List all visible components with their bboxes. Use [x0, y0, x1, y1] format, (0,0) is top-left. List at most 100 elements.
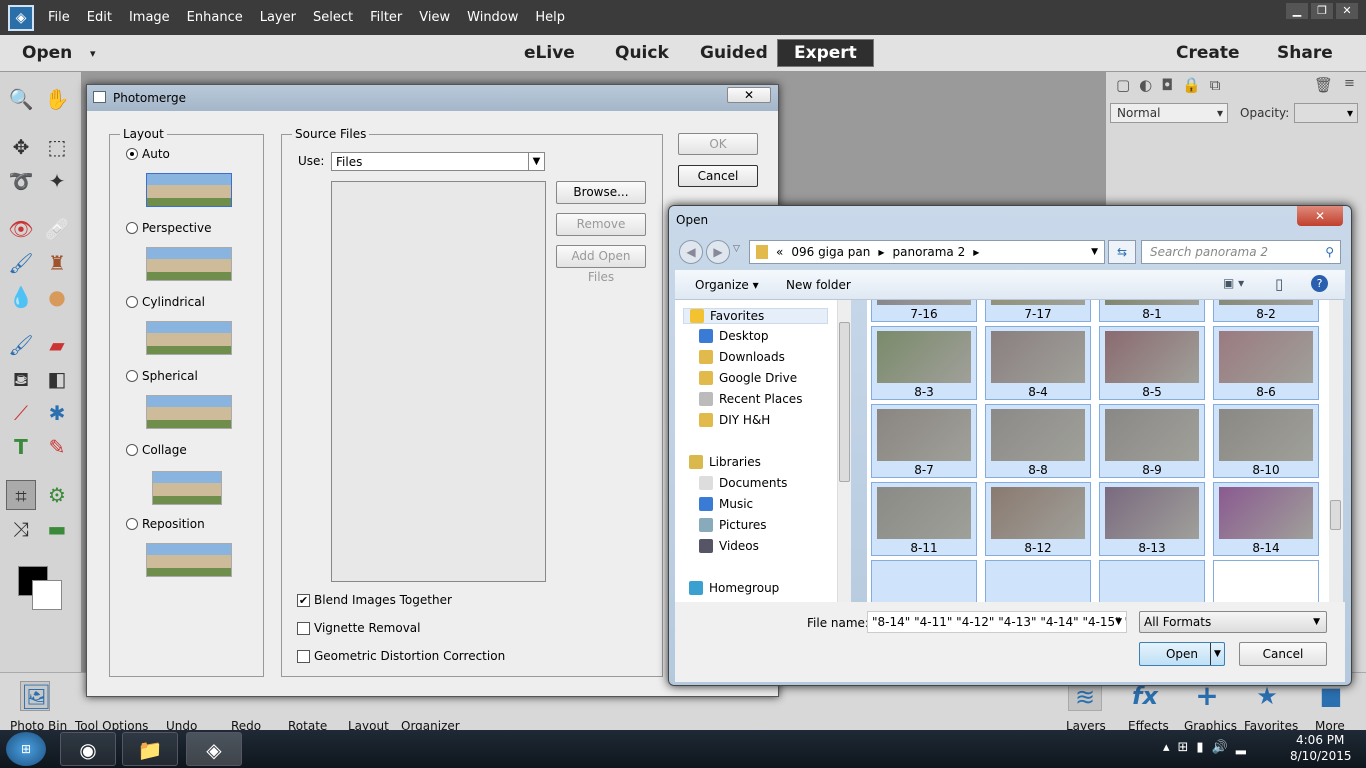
nav-item-documents[interactable]: Documents [699, 476, 787, 490]
source-file-list[interactable] [331, 181, 546, 582]
zoom-tool-icon[interactable]: 🔍 [6, 84, 36, 114]
eraser-tool-icon[interactable]: ▰ [42, 330, 72, 360]
radio-spherical[interactable]: Spherical [126, 369, 198, 383]
panel-menu-icon[interactable]: ≡ [1344, 76, 1355, 91]
share-menu[interactable]: Share [1277, 43, 1333, 63]
geometric-distortion-checkbox[interactable]: Geometric Distortion Correction [297, 649, 505, 663]
radio-cylindrical[interactable]: Cylindrical [126, 295, 205, 309]
elements-taskbar-icon[interactable]: ◈ [186, 732, 242, 766]
menu-file[interactable]: File [48, 10, 70, 25]
nav-item-recent-places[interactable]: Recent Places [699, 392, 802, 406]
nav-item-pictures[interactable]: Pictures [699, 518, 767, 532]
use-select[interactable]: Files ▼ [331, 152, 545, 171]
ok-button[interactable]: OK [678, 133, 758, 155]
breadcrumb-096-giga-pan[interactable]: 096 giga pan [791, 245, 870, 259]
file-thumbnail-7-17[interactable]: 7-17 [985, 300, 1091, 322]
refresh-icon[interactable]: ⇆ [1108, 240, 1136, 264]
system-tray-icons[interactable]: ▴⊞▮🔊▂ [1163, 740, 1254, 755]
change-view-icon[interactable]: ▣ ▾ [1223, 276, 1244, 290]
nav-item-libraries[interactable]: Libraries [689, 455, 761, 469]
menu-help[interactable]: Help [535, 10, 565, 25]
file-thumbnail-8-12[interactable]: 8-12 [985, 482, 1091, 556]
crop-tool-icon[interactable]: ⌗ [6, 480, 36, 510]
recent-locations-icon[interactable]: ▽ [733, 244, 740, 254]
menu-view[interactable]: View [419, 10, 450, 25]
breadcrumb-overflow[interactable]: « [776, 245, 783, 259]
healing-brush-icon[interactable]: 🩹 [42, 214, 72, 244]
eyedropper-icon[interactable]: ⟋ [6, 398, 36, 428]
file-thumbnail-8-10[interactable]: 8-10 [1213, 404, 1319, 478]
help-icon[interactable]: ? [1311, 275, 1328, 292]
add-open-files-button[interactable]: Add Open Files [556, 245, 646, 284]
minimize-button[interactable]: ▁ [1286, 3, 1308, 19]
content-aware-move-icon[interactable]: ⤨ [6, 514, 36, 544]
search-input[interactable]: Search panorama 2 ⚲ [1141, 240, 1341, 264]
menu-window[interactable]: Window [467, 10, 518, 25]
magic-wand-icon[interactable]: ✦ [42, 166, 72, 196]
file-thumbnail-partial[interactable] [871, 560, 977, 602]
file-thumbnail-8-2[interactable]: 8-2 [1213, 300, 1319, 322]
paint-bucket-icon[interactable]: ⛾ [6, 364, 36, 394]
radio-auto[interactable]: Auto [126, 147, 170, 161]
open-dialog-close-button[interactable]: ✕ [1297, 206, 1343, 226]
restore-button[interactable]: ❐ [1311, 3, 1333, 19]
type-tool-icon[interactable]: T [6, 432, 36, 462]
file-thumbnail-8-1[interactable]: 8-1 [1099, 300, 1205, 322]
start-button[interactable]: ⊞ [6, 732, 46, 766]
lasso-tool-icon[interactable]: ➰ [6, 166, 36, 196]
chrome-taskbar-icon[interactable]: ◉ [60, 732, 116, 766]
cancel-button[interactable]: Cancel [678, 165, 758, 187]
clock-date[interactable]: 8/10/2015 [1290, 749, 1352, 763]
nav-item-homegroup[interactable]: Homegroup [689, 581, 779, 595]
file-thumbnail-partial[interactable] [985, 560, 1091, 602]
nav-item-downloads[interactable]: Downloads [699, 350, 785, 364]
straighten-tool-icon[interactable]: ▬ [42, 514, 72, 544]
smart-brush-icon[interactable]: 🖌 [6, 248, 36, 278]
file-thumbnail-8-9[interactable]: 8-9 [1099, 404, 1205, 478]
open-button[interactable]: Open ▼ [1139, 642, 1225, 666]
photo-bin-icon[interactable]: 🖼 [20, 681, 51, 711]
custom-shape-icon[interactable]: ✱ [42, 398, 72, 428]
nav-item-music[interactable]: Music [699, 497, 753, 511]
gradient-tool-icon[interactable]: ◧ [42, 364, 72, 394]
browse-button[interactable]: Browse... [556, 181, 646, 204]
file-thumbnail-8-13[interactable]: 8-13 [1099, 482, 1205, 556]
nav-item-videos[interactable]: Videos [699, 539, 759, 553]
tab-guided[interactable]: Guided [700, 43, 768, 63]
back-button[interactable]: ◀ [679, 240, 703, 264]
vignette-removal-checkbox[interactable]: Vignette Removal [297, 621, 421, 635]
hand-tool-icon[interactable]: ✋ [42, 84, 72, 114]
open-button[interactable]: Open [22, 43, 72, 63]
menu-select[interactable]: Select [313, 10, 353, 25]
organize-menu[interactable]: Organize ▾ [695, 278, 759, 292]
file-thumbnail-8-11[interactable]: 8-11 [871, 482, 977, 556]
trash-icon[interactable]: 🗑 [1314, 76, 1333, 94]
file-thumbnail-8-7[interactable]: 8-7 [871, 404, 977, 478]
radio-collage[interactable]: Collage [126, 443, 187, 457]
nav-item-diy-h-h[interactable]: DIY H&H [699, 413, 770, 427]
menu-image[interactable]: Image [129, 10, 170, 25]
nav-scrollbar[interactable] [837, 300, 851, 602]
file-scrollbar[interactable] [1329, 300, 1343, 602]
file-thumbnail-8-5[interactable]: 8-5 [1099, 326, 1205, 400]
clone-stamp-icon[interactable]: ♜ [42, 248, 72, 278]
blend-mode-select[interactable]: Normal ▾ [1110, 103, 1228, 123]
file-thumbnail-8-3[interactable]: 8-3 [871, 326, 977, 400]
red-eye-tool-icon[interactable]: 👁 [6, 214, 36, 244]
tab-elive[interactable]: eLive [524, 43, 575, 63]
menu-filter[interactable]: Filter [370, 10, 402, 25]
file-type-select[interactable]: All Formats ▼ [1139, 611, 1327, 633]
breadcrumb-panorama-2[interactable]: panorama 2 [893, 245, 966, 259]
marquee-tool-icon[interactable]: ⬚ [42, 132, 72, 162]
forward-button[interactable]: ▶ [706, 240, 730, 264]
file-thumbnail-partial[interactable] [1213, 560, 1319, 602]
opacity-field[interactable]: ▾ [1294, 103, 1358, 123]
radio-perspective[interactable]: Perspective [126, 221, 212, 235]
blend-images-checkbox[interactable]: ✔ Blend Images Together [297, 593, 452, 607]
file-thumbnail-partial[interactable] [1099, 560, 1205, 602]
file-thumbnail-8-14[interactable]: 8-14 [1213, 482, 1319, 556]
nav-item-favorites[interactable]: Favorites [683, 308, 828, 324]
dialog-cancel-button[interactable]: Cancel [1239, 642, 1327, 666]
open-dropdown-icon[interactable]: ▾ [90, 47, 96, 60]
layer-toolbar-icons[interactable]: ▢◐◘🔒⧉ [1116, 76, 1230, 94]
